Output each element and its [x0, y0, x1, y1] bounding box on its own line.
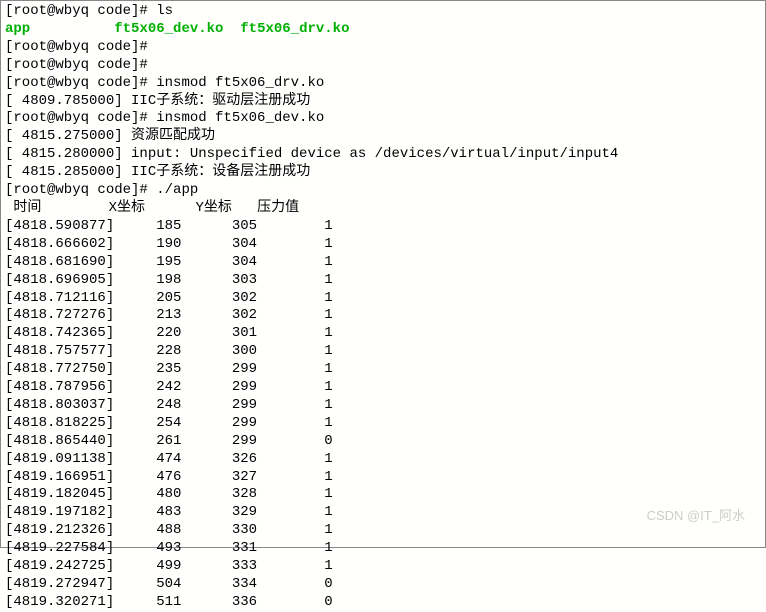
cmd-line-insmod-dev: [root@wbyq code]# insmod ft5x06_dev.ko [5, 110, 761, 128]
table-row: [4819.182045] 480 328 1 [5, 486, 761, 504]
ls-output: app ft5x06_dev.ko ft5x06_drv.ko [5, 21, 761, 39]
table-row: [4819.242725] 499 333 1 [5, 558, 761, 576]
table-row: [4819.166951] 476 327 1 [5, 469, 761, 487]
table-row: [4819.091138] 474 326 1 [5, 451, 761, 469]
kernel-msg-drv-reg: [ 4809.785000] IIC子系统：驱动层注册成功 [5, 93, 761, 111]
table-row: [4818.666602] 190 304 1 [5, 236, 761, 254]
cmd-line-run-app: [root@wbyq code]# ./app [5, 182, 761, 200]
table-row: [4818.803037] 248 299 1 [5, 397, 761, 415]
cmd-line-empty: [root@wbyq code]# [5, 39, 761, 57]
table-row: [4819.272947] 504 334 0 [5, 576, 761, 594]
terminal-output[interactable]: [root@wbyq code]# ls app ft5x06_dev.ko f… [5, 3, 761, 612]
table-row: [4819.212326] 488 330 1 [5, 522, 761, 540]
table-row: [4818.681690] 195 304 1 [5, 254, 761, 272]
data-rows: [4818.590877] 185 305 1[4818.666602] 190… [5, 218, 761, 612]
cmd-line-empty: [root@wbyq code]# [5, 57, 761, 75]
table-row: [4818.727276] 213 302 1 [5, 307, 761, 325]
table-row: [4819.197182] 483 329 1 [5, 504, 761, 522]
table-row: [4818.590877] 185 305 1 [5, 218, 761, 236]
table-row: [4818.757577] 228 300 1 [5, 343, 761, 361]
cmd-line-insmod-drv: [root@wbyq code]# insmod ft5x06_drv.ko [5, 75, 761, 93]
table-row: [4818.712116] 205 302 1 [5, 290, 761, 308]
table-row: [4818.787956] 242 299 1 [5, 379, 761, 397]
table-row: [4818.865440] 261 299 0 [5, 433, 761, 451]
table-row: [4818.742365] 220 301 1 [5, 325, 761, 343]
table-row: [4818.696905] 198 303 1 [5, 272, 761, 290]
kernel-msg-dev-reg: [ 4815.285000] IIC子系统：设备层注册成功 [5, 164, 761, 182]
table-row: [4818.818225] 254 299 1 [5, 415, 761, 433]
cmd-line-ls: [root@wbyq code]# ls [5, 3, 761, 21]
table-row: [4818.772750] 235 299 1 [5, 361, 761, 379]
table-row: [4819.320271] 511 336 0 [5, 594, 761, 612]
table-header: 时间 X坐标 Y坐标 压力值 [5, 200, 761, 218]
table-row: [4819.227584] 493 331 1 [5, 540, 761, 558]
kernel-msg-res-match: [ 4815.275000] 资源匹配成功 [5, 128, 761, 146]
kernel-msg-input-dev: [ 4815.280000] input: Unspecified device… [5, 146, 761, 164]
